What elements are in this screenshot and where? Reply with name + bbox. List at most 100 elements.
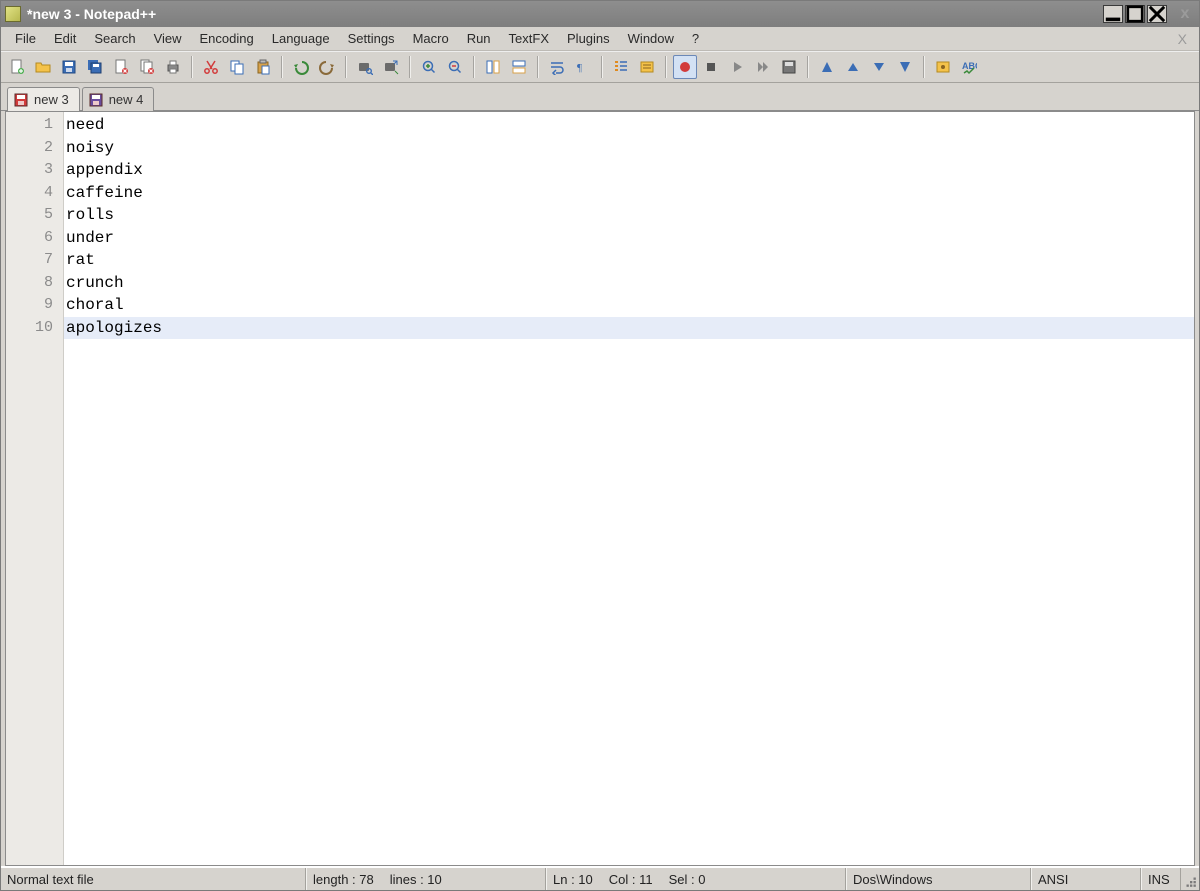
mdi-close-x[interactable]: X (1172, 31, 1193, 47)
spellcheck-icon[interactable]: ABC (957, 55, 981, 79)
menu-edit[interactable]: Edit (46, 29, 84, 48)
menu-macro[interactable]: Macro (405, 29, 457, 48)
mdi-close-button[interactable]: x (1175, 5, 1195, 23)
toolbar-separator (537, 56, 539, 78)
redo-icon[interactable] (315, 55, 339, 79)
menu-window[interactable]: Window (620, 29, 682, 48)
menu-view[interactable]: View (146, 29, 190, 48)
editor-area: 12345678910 neednoisyappendixcaffeinerol… (5, 111, 1195, 866)
editor-line[interactable]: crunch (64, 272, 1194, 295)
line-number: 5 (6, 204, 63, 227)
editor-line[interactable]: choral (64, 294, 1194, 317)
undo-icon[interactable] (289, 55, 313, 79)
tri-left-icon[interactable] (815, 55, 839, 79)
status-mode: INS (1141, 868, 1181, 890)
app-icon (5, 6, 21, 22)
line-number: 3 (6, 159, 63, 182)
editor-line[interactable]: apologizes (64, 317, 1194, 340)
document-tab[interactable]: new 3 (7, 87, 80, 111)
menu-plugins[interactable]: Plugins (559, 29, 618, 48)
close-all-icon[interactable] (135, 55, 159, 79)
app-window: *new 3 - Notepad++ x File Edit Search Vi… (0, 0, 1200, 891)
save-all-icon[interactable] (83, 55, 107, 79)
status-caret: Ln : 10 Col : 11 Sel : 0 (546, 868, 846, 890)
editor-line[interactable]: rat (64, 249, 1194, 272)
toolbar-separator (345, 56, 347, 78)
sync-h-icon[interactable] (507, 55, 531, 79)
save-icon[interactable] (57, 55, 81, 79)
menu-search[interactable]: Search (86, 29, 143, 48)
cut-icon[interactable] (199, 55, 223, 79)
record-macro-icon[interactable] (673, 55, 697, 79)
menu-settings[interactable]: Settings (340, 29, 403, 48)
play-macro-icon[interactable] (725, 55, 749, 79)
editor-line[interactable]: noisy (64, 137, 1194, 160)
menu-run[interactable]: Run (459, 29, 499, 48)
menu-help[interactable]: ? (684, 29, 707, 48)
svg-text:ABC: ABC (962, 61, 977, 71)
open-file-icon[interactable] (31, 55, 55, 79)
print-icon[interactable] (161, 55, 185, 79)
zoom-out-icon[interactable] (443, 55, 467, 79)
minimize-button[interactable] (1103, 5, 1123, 23)
maximize-button[interactable] (1125, 5, 1145, 23)
resize-grip[interactable] (1181, 868, 1199, 890)
line-number: 6 (6, 227, 63, 250)
status-length-label: length : 78 (313, 872, 374, 887)
zoom-in-icon[interactable] (417, 55, 441, 79)
line-number: 1 (6, 114, 63, 137)
tri-up-icon[interactable] (841, 55, 865, 79)
line-number-gutter: 12345678910 (6, 112, 64, 865)
paste-icon[interactable] (251, 55, 275, 79)
copy-icon[interactable] (225, 55, 249, 79)
replace-icon[interactable] (379, 55, 403, 79)
stop-macro-icon[interactable] (699, 55, 723, 79)
status-encoding: ANSI (1031, 868, 1141, 890)
menu-file[interactable]: File (7, 29, 44, 48)
new-file-icon[interactable] (5, 55, 29, 79)
user-lang-icon[interactable] (635, 55, 659, 79)
disk-icon (89, 93, 103, 107)
show-all-icon[interactable]: ¶ (571, 55, 595, 79)
editor-line[interactable]: appendix (64, 159, 1194, 182)
toolbar-separator (191, 56, 193, 78)
svg-text:¶: ¶ (577, 62, 582, 74)
editor-line[interactable]: rolls (64, 204, 1194, 227)
toolbar-separator (923, 56, 925, 78)
close-file-icon[interactable] (109, 55, 133, 79)
status-ln: Ln : 10 (553, 872, 593, 887)
menu-language[interactable]: Language (264, 29, 338, 48)
menu-encoding[interactable]: Encoding (192, 29, 262, 48)
fast-macro-icon[interactable] (751, 55, 775, 79)
toolbar: ¶ ABC (1, 51, 1199, 83)
toolbar-separator (601, 56, 603, 78)
text-editor[interactable]: neednoisyappendixcaffeinerollsunderratcr… (64, 112, 1194, 865)
editor-line[interactable]: need (64, 114, 1194, 137)
indent-guide-icon[interactable] (609, 55, 633, 79)
settings-icon[interactable] (931, 55, 955, 79)
wordwrap-icon[interactable] (545, 55, 569, 79)
status-length: length : 78 lines : 10 (306, 868, 546, 890)
find-icon[interactable] (353, 55, 377, 79)
window-title: *new 3 - Notepad++ (27, 6, 1103, 22)
status-lines-label: lines : 10 (390, 872, 442, 887)
line-number: 8 (6, 272, 63, 295)
close-button[interactable] (1147, 5, 1167, 23)
tab-label: new 4 (109, 92, 144, 107)
tri-right-icon[interactable] (893, 55, 917, 79)
save-macro-icon[interactable] (777, 55, 801, 79)
document-tab[interactable]: new 4 (82, 87, 155, 111)
line-number: 4 (6, 182, 63, 205)
menu-textfx[interactable]: TextFX (501, 29, 557, 48)
editor-line[interactable]: under (64, 227, 1194, 250)
toolbar-separator (409, 56, 411, 78)
sync-v-icon[interactable] (481, 55, 505, 79)
menu-bar: File Edit Search View Encoding Language … (1, 27, 1199, 51)
toolbar-separator (473, 56, 475, 78)
toolbar-separator (665, 56, 667, 78)
tri-down-icon[interactable] (867, 55, 891, 79)
tab-label: new 3 (34, 92, 69, 107)
disk-icon (14, 93, 28, 107)
line-number: 7 (6, 249, 63, 272)
editor-line[interactable]: caffeine (64, 182, 1194, 205)
